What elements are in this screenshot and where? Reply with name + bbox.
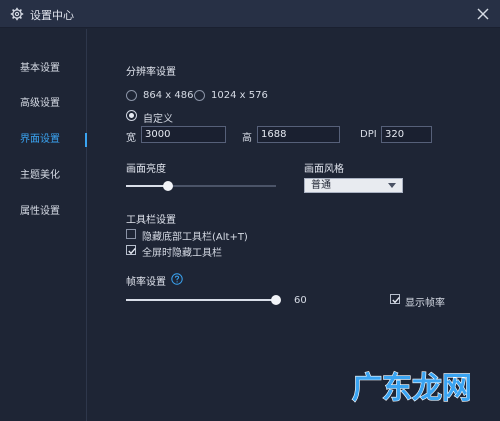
window-title: 设置中心 [30, 9, 74, 22]
sidebar-item-properties[interactable]: 属性设置 [0, 200, 87, 224]
framerate-slider-fill [126, 299, 276, 301]
resolution-864-label: 864 x 486 [143, 90, 194, 101]
close-icon[interactable] [474, 5, 492, 23]
brightness-slider-fill [126, 185, 168, 187]
show-fps-checkbox[interactable] [390, 294, 400, 304]
hide-bottom-toolbar-checkbox[interactable] [126, 229, 136, 239]
brightness-title: 画面亮度 [126, 164, 166, 175]
style-select-value: 普通 [311, 180, 331, 191]
fullscreen-hide-toolbar-checkbox[interactable] [126, 245, 136, 255]
resolution-custom-radio[interactable] [126, 110, 137, 121]
svg-text:广东龙网: 广东龙网 [352, 371, 470, 406]
sidebar: 基本设置 高级设置 界面设置 主题美化 属性设置 [0, 29, 87, 421]
resolution-864-radio[interactable] [126, 90, 137, 101]
resolution-custom-label: 自定义 [143, 114, 173, 125]
watermark-logo: 广东龙网 [351, 370, 470, 406]
gear-icon [10, 7, 24, 21]
chevron-down-icon [388, 183, 396, 188]
hide-bottom-toolbar-label: 隐藏底部工具栏(Alt+T) [142, 232, 248, 243]
toolbar-title: 工具栏设置 [126, 215, 176, 226]
framerate-value: 60 [294, 295, 307, 306]
height-input[interactable]: 1688 [257, 126, 340, 143]
framerate-title: 帧率设置 [126, 277, 166, 288]
help-icon[interactable] [171, 273, 183, 285]
fullscreen-hide-toolbar-label: 全屏时隐藏工具栏 [142, 248, 222, 259]
show-fps-label: 显示帧率 [405, 298, 445, 309]
check-icon [128, 247, 136, 255]
style-select[interactable]: 普通 [304, 178, 403, 193]
brightness-slider[interactable] [126, 181, 276, 191]
style-title: 画面风格 [304, 164, 344, 175]
sidebar-item-basic[interactable]: 基本设置 [0, 57, 87, 81]
resolution-1024-radio[interactable] [194, 90, 205, 101]
width-input[interactable]: 3000 [141, 126, 226, 143]
height-label: 高 [242, 133, 252, 144]
dpi-label: DPI [360, 129, 377, 140]
brightness-slider-thumb[interactable] [163, 181, 173, 191]
width-label: 宽 [126, 133, 136, 144]
sidebar-item-theme[interactable]: 主题美化 [0, 164, 87, 188]
framerate-slider[interactable] [126, 295, 281, 305]
dpi-input[interactable]: 320 [381, 126, 432, 143]
framerate-slider-thumb[interactable] [271, 295, 281, 305]
sidebar-item-interface[interactable]: 界面设置 [0, 128, 87, 152]
resolution-title: 分辨率设置 [126, 67, 176, 78]
check-icon [392, 296, 400, 304]
title-bar: 设置中心 [0, 0, 500, 28]
sidebar-item-advanced[interactable]: 高级设置 [0, 92, 87, 116]
resolution-1024-label: 1024 x 576 [211, 90, 268, 101]
